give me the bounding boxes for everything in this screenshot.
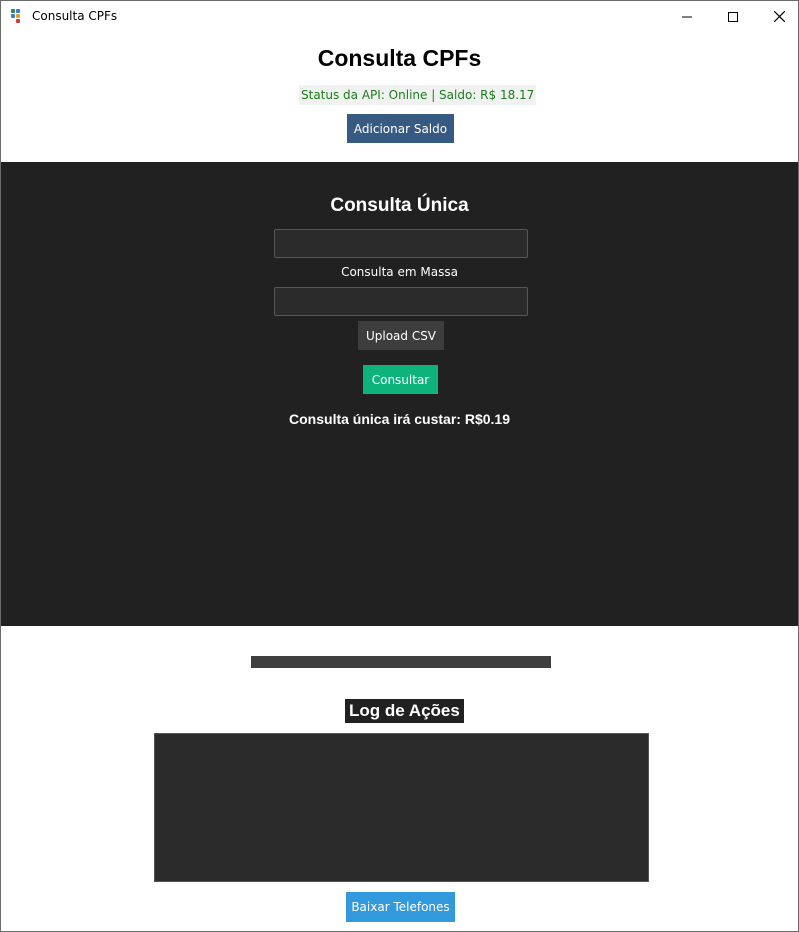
progress-bar <box>251 656 551 668</box>
minimize-button[interactable] <box>664 1 710 32</box>
window-title: Consulta CPFs <box>32 9 118 23</box>
title-bar: Consulta CPFs <box>1 1 798 32</box>
mass-query-label: Consulta em Massa <box>341 265 458 279</box>
download-phones-button[interactable]: Baixar Telefones <box>346 892 455 922</box>
header: Consulta CPFs Status da API: Online | Sa… <box>1 32 798 162</box>
upload-csv-button[interactable]: Upload CSV <box>358 321 444 350</box>
app-dots-icon <box>11 9 25 23</box>
close-button[interactable] <box>756 1 798 32</box>
single-cpf-input[interactable] <box>274 229 528 258</box>
api-status-label: Status da API: Online | Saldo: R$ 18.17 <box>299 85 537 105</box>
maximize-button[interactable] <box>710 1 756 32</box>
close-icon <box>773 11 785 22</box>
single-query-title: Consulta Única <box>330 195 469 216</box>
cost-label: Consulta única irá custar: R$0.19 <box>289 411 510 427</box>
add-balance-button[interactable]: Adicionar Saldo <box>347 114 454 143</box>
minimize-icon <box>682 16 692 17</box>
page-title: Consulta CPFs <box>317 45 482 71</box>
log-textbox[interactable] <box>154 733 649 882</box>
consult-button[interactable]: Consultar <box>363 365 438 394</box>
progress-fill <box>251 656 551 668</box>
app-window: Consulta CPFs Consulta CPFs Status da AP… <box>0 0 799 932</box>
mass-file-input[interactable] <box>274 287 528 316</box>
query-panel: Consulta Única Consulta em Massa Upload … <box>1 162 798 626</box>
log-title: Log de Ações <box>345 699 464 723</box>
maximize-icon <box>728 11 738 22</box>
